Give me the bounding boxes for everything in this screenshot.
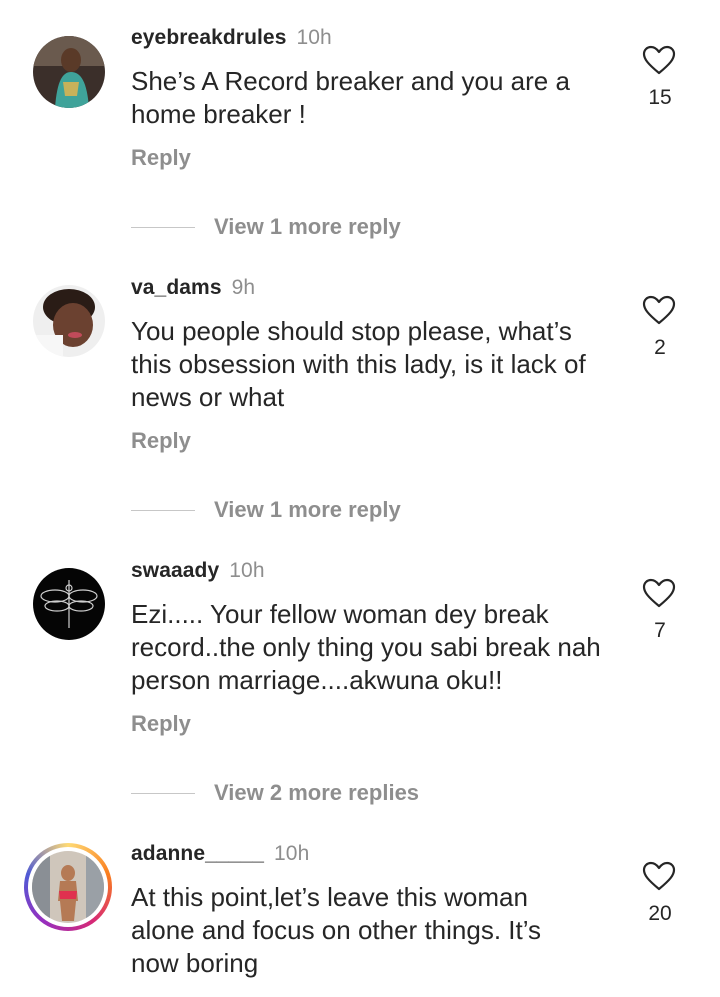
comment-text: You people should stop please, what’s th… [131, 316, 586, 412]
heart-outline-icon[interactable] [642, 861, 676, 891]
reply-button[interactable]: Reply [131, 428, 191, 454]
heart-outline-icon[interactable] [642, 578, 676, 608]
story-ring[interactable] [24, 843, 112, 931]
like-count: 2 [654, 336, 666, 359]
username[interactable]: adanne_____ 10h [131, 842, 309, 866]
reply-button[interactable]: Reply [131, 711, 191, 737]
timestamp: 10h [274, 842, 310, 865]
like-count: 15 [648, 86, 672, 109]
reply-button[interactable]: Reply [131, 145, 191, 171]
view-more-label: View 1 more reply [214, 214, 401, 239]
username-text[interactable]: swaaady [131, 559, 219, 582]
view-more-replies-button[interactable]: View 2 more replies [131, 778, 419, 808]
avatar[interactable] [33, 285, 105, 357]
divider [131, 509, 195, 511]
timestamp: 10h [229, 559, 265, 582]
username[interactable]: va_dams 9h [131, 276, 255, 300]
view-more-replies-button[interactable]: View 1 more reply [131, 495, 401, 525]
username-text[interactable]: adanne_____ [131, 842, 264, 865]
avatar[interactable] [33, 36, 105, 108]
view-more-label: View 2 more replies [214, 780, 420, 805]
username-text[interactable]: va_dams [131, 276, 222, 299]
comment-text: At this point,let’s leave this woman alo… [131, 882, 542, 978]
heart-outline-icon[interactable] [642, 45, 676, 75]
comment-text: Ezi..... Your fellow woman dey break rec… [131, 599, 601, 695]
like-count: 20 [648, 902, 672, 925]
divider [131, 792, 195, 794]
username[interactable]: eyebreakdrules 10h [131, 26, 332, 50]
timestamp: 10h [296, 26, 332, 49]
avatar[interactable] [33, 568, 105, 640]
username[interactable]: swaaady 10h [131, 559, 265, 583]
heart-outline-icon[interactable] [642, 295, 676, 325]
divider [131, 226, 195, 228]
view-more-label: View 1 more reply [214, 497, 401, 522]
view-more-replies-button[interactable]: View 1 more reply [131, 212, 401, 242]
avatar[interactable] [32, 851, 104, 923]
timestamp: 9h [231, 276, 256, 299]
username-text[interactable]: eyebreakdrules [131, 26, 287, 49]
comment-text: She’s A Record breaker and you are a hom… [131, 66, 570, 129]
like-count: 7 [654, 619, 666, 642]
